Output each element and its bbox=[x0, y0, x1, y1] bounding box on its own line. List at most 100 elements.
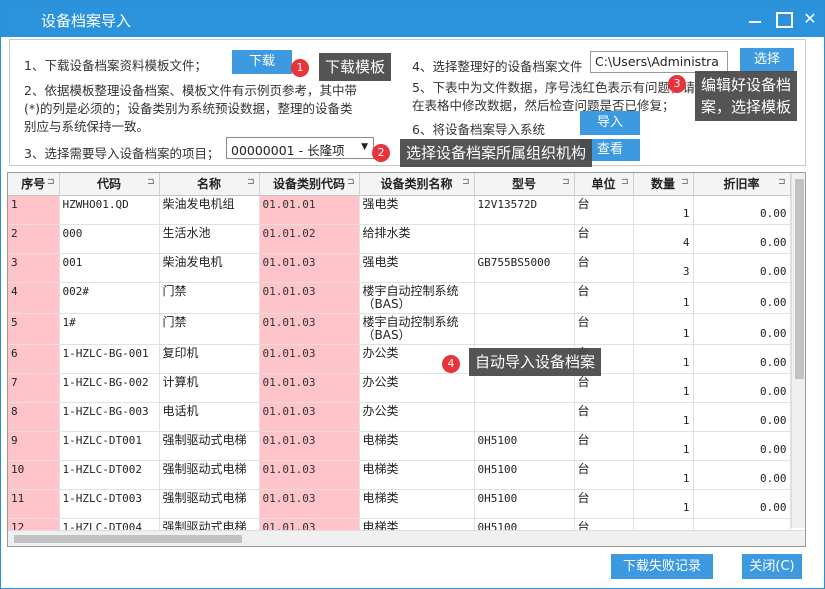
cell-model[interactable]: 0H5100 bbox=[474, 489, 575, 519]
close-icon[interactable]: ✕ bbox=[798, 7, 822, 31]
cell-category-code[interactable]: 01.01.02 bbox=[259, 224, 360, 254]
cell-category-code[interactable]: 01.01.03 bbox=[259, 313, 360, 345]
maximize-icon[interactable] bbox=[771, 7, 795, 31]
cell-seq[interactable]: 2 bbox=[8, 224, 60, 254]
pin-icon[interactable]: ⊐ bbox=[462, 177, 470, 187]
cell-category-name[interactable]: 给排水类 bbox=[359, 224, 475, 254]
cell-seq[interactable]: 5 bbox=[8, 313, 60, 345]
cell-category-name[interactable]: 办公类 bbox=[359, 402, 475, 432]
cell-quantity[interactable]: 4 bbox=[633, 224, 694, 254]
cell-name[interactable]: 电话机 bbox=[159, 402, 260, 432]
cell-depreciation[interactable]: 0.00 bbox=[693, 431, 791, 461]
cell-quantity[interactable]: 1 bbox=[633, 489, 694, 519]
cell-model[interactable]: GB755BS5000 bbox=[474, 253, 575, 283]
column-header-7[interactable]: 数量 ⊐ bbox=[633, 173, 694, 196]
pin-icon[interactable]: ⊐ bbox=[47, 177, 55, 187]
cell-name[interactable]: 复印机 bbox=[159, 344, 260, 374]
pin-icon[interactable]: ⊐ bbox=[681, 177, 689, 187]
cell-seq[interactable]: 4 bbox=[8, 282, 60, 314]
cell-unit[interactable]: 台 bbox=[574, 460, 634, 490]
table-row[interactable]: 1 HZWHO01.QD 柴油发电机组 01.01.01 强电类 12V13572D 台 1 0… bbox=[8, 195, 791, 225]
cell-category-code[interactable]: 01.01.03 bbox=[259, 282, 360, 314]
cell-model[interactable] bbox=[474, 402, 575, 432]
cell-depreciation[interactable]: 0.00 bbox=[693, 195, 791, 225]
cell-category-code[interactable]: 01.01.01 bbox=[259, 195, 360, 225]
cell-name[interactable]: 强制驱动式电梯 bbox=[159, 460, 260, 490]
cell-category-name[interactable]: 楼宇自动控制系统 （BAS） bbox=[359, 313, 475, 345]
cell-depreciation[interactable]: 0.00 bbox=[693, 402, 791, 432]
cell-unit[interactable]: 台 bbox=[574, 431, 634, 461]
cell-depreciation[interactable]: 0.00 bbox=[693, 224, 791, 254]
cell-quantity[interactable]: 1 bbox=[633, 460, 694, 490]
cell-model[interactable] bbox=[474, 224, 575, 254]
cell-category-name[interactable]: 办公类 bbox=[359, 373, 475, 403]
table-row[interactable]: 2 000 生活水池 01.01.02 给排水类 台 4 0.00 bbox=[8, 224, 791, 254]
cell-depreciation[interactable]: 0.00 bbox=[693, 460, 791, 490]
cell-category-name[interactable]: 强电类 bbox=[359, 253, 475, 283]
table-row[interactable]: 9 1-HZLC-DT001 强制驱动式电梯 01.01.03 电梯类 0H5100 台 1 0… bbox=[8, 431, 791, 461]
cell-model[interactable]: 0H5100 bbox=[474, 431, 575, 461]
horizontal-scroll-thumb[interactable] bbox=[14, 535, 242, 543]
column-header-2[interactable]: 名称 ⊐ bbox=[159, 173, 260, 196]
cell-model[interactable]: 12V13572D bbox=[474, 195, 575, 225]
cell-seq[interactable]: 6 bbox=[8, 344, 60, 374]
cell-seq[interactable]: 7 bbox=[8, 373, 60, 403]
minimize-icon[interactable] bbox=[743, 7, 767, 31]
column-header-3[interactable]: 设备类别代码 ⊐ bbox=[259, 173, 360, 196]
cell-name[interactable]: 强制驱动式电梯 bbox=[159, 489, 260, 519]
column-header-1[interactable]: 代码 ⊐ bbox=[59, 173, 160, 196]
import-button[interactable]: 导入 bbox=[580, 111, 640, 135]
close-button[interactable]: 关闭(C) bbox=[742, 554, 802, 579]
horizontal-scrollbar[interactable] bbox=[8, 530, 805, 546]
table-row[interactable]: 10 1-HZLC-DT002 强制驱动式电梯 01.01.03 电梯类 0H5100 台 1… bbox=[8, 460, 791, 490]
cell-code[interactable]: 1-HZLC-DT001 bbox=[59, 431, 160, 461]
cell-category-code[interactable]: 01.01.03 bbox=[259, 253, 360, 283]
cell-name[interactable]: 柴油发电机 bbox=[159, 253, 260, 283]
cell-unit[interactable]: 台 bbox=[574, 313, 634, 345]
pin-icon[interactable]: ⊐ bbox=[347, 177, 355, 187]
cell-depreciation[interactable]: 0.00 bbox=[693, 253, 791, 283]
cell-model[interactable] bbox=[474, 373, 575, 403]
cell-code[interactable]: 1-HZLC-BG-002 bbox=[59, 373, 160, 403]
cell-depreciation[interactable]: 0.00 bbox=[693, 373, 791, 403]
cell-code[interactable]: 1-HZLC-DT002 bbox=[59, 460, 160, 490]
cell-code[interactable]: 1-HZLC-BG-003 bbox=[59, 402, 160, 432]
cell-name[interactable]: 门禁 bbox=[159, 282, 260, 314]
cell-code[interactable]: HZWHO01.QD bbox=[59, 195, 160, 225]
table-row[interactable]: 61-HZLC-BG-001复印机01.01.03办公类台10.00 bbox=[8, 344, 791, 374]
column-header-6[interactable]: 单位 ⊐ bbox=[574, 173, 634, 196]
cell-name[interactable]: 门禁 bbox=[159, 313, 260, 345]
pin-icon[interactable]: ⊐ bbox=[778, 177, 786, 187]
download-failed-log-button[interactable]: 下载失败记录 bbox=[611, 554, 713, 579]
cell-code[interactable]: 1# bbox=[59, 313, 160, 345]
cell-seq[interactable]: 10 bbox=[8, 460, 60, 490]
cell-seq[interactable]: 11 bbox=[8, 489, 60, 519]
cell-code[interactable]: 002# bbox=[59, 282, 160, 314]
cell-category-name[interactable]: 电梯类 bbox=[359, 489, 475, 519]
pin-icon[interactable]: ⊐ bbox=[147, 177, 155, 187]
cell-name[interactable]: 柴油发电机组 bbox=[159, 195, 260, 225]
cell-seq[interactable]: 1 bbox=[8, 195, 60, 225]
cell-unit[interactable]: 台 bbox=[574, 373, 634, 403]
cell-code[interactable]: 001 bbox=[59, 253, 160, 283]
table-row[interactable]: 4 002# 门禁 01.01.03 楼宇自动控制系统 （BAS） 台 1 0.00 bbox=[8, 282, 791, 314]
cell-depreciation[interactable]: 0.00 bbox=[693, 313, 791, 345]
cell-quantity[interactable]: 1 bbox=[633, 282, 694, 314]
cell-category-code[interactable]: 01.01.03 bbox=[259, 431, 360, 461]
column-header-5[interactable]: 型号 ⊐ bbox=[474, 173, 575, 196]
pin-icon[interactable]: ⊐ bbox=[562, 177, 570, 187]
column-header-8[interactable]: 折旧率 ⊐ bbox=[693, 173, 791, 196]
cell-category-code[interactable]: 01.01.03 bbox=[259, 344, 360, 374]
cell-category-name[interactable]: 楼宇自动控制系统 （BAS） bbox=[359, 282, 475, 314]
cell-quantity[interactable]: 1 bbox=[633, 195, 694, 225]
download-template-button[interactable]: 下载 bbox=[232, 50, 292, 74]
cell-depreciation[interactable]: 0.00 bbox=[693, 489, 791, 519]
table-row[interactable]: 5 1# 门禁 01.01.03 楼宇自动控制系统 （BAS） 台 1 0.00 bbox=[8, 313, 791, 345]
select-file-button[interactable]: 选择 bbox=[740, 48, 794, 72]
cell-seq[interactable]: 3 bbox=[8, 253, 60, 283]
cell-model[interactable]: 0H5100 bbox=[474, 460, 575, 490]
cell-category-code[interactable]: 01.01.03 bbox=[259, 402, 360, 432]
table-row[interactable]: 8 1-HZLC-BG-003 电话机 01.01.03 办公类 台 1 0.00 bbox=[8, 402, 791, 432]
cell-quantity[interactable]: 1 bbox=[633, 431, 694, 461]
cell-quantity[interactable]: 1 bbox=[633, 344, 694, 374]
